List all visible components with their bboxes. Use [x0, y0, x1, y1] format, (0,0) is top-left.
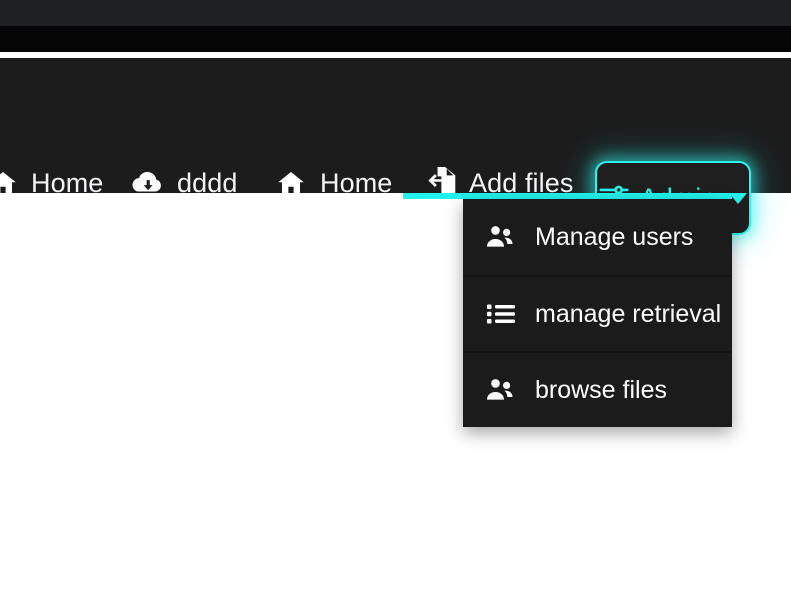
home-icon	[0, 168, 18, 198]
users-icon	[485, 378, 517, 402]
nav-item-dddd[interactable]: dddd	[130, 169, 237, 197]
nav-item-home-2[interactable]: Home	[275, 168, 392, 198]
main-navbar: Home dddd Home Add files	[0, 58, 791, 235]
secondary-chrome-band	[0, 26, 791, 52]
list-ul-icon	[485, 303, 517, 325]
menu-item-label: Manage users	[535, 222, 694, 251]
nav-item-label: Home	[31, 167, 104, 198]
menu-item-manage-retrieval[interactable]: manage retrieval	[463, 275, 732, 351]
top-chrome-band	[0, 0, 791, 26]
menu-item-label: manage retrieval	[535, 299, 722, 328]
nav-item-label: Home	[320, 167, 393, 198]
cloud-download-icon	[130, 169, 164, 197]
nav-item-label: dddd	[177, 167, 238, 198]
admin-dropdown-menu: Manage users manage retrieval browse fil	[463, 199, 732, 427]
menu-item-label: browse files	[535, 375, 667, 404]
users-icon	[485, 225, 517, 249]
menu-item-manage-users[interactable]: Manage users	[463, 199, 732, 275]
home-icon	[275, 168, 307, 198]
nav-item-home-1[interactable]: Home	[0, 168, 103, 198]
menu-item-browse-files[interactable]: browse files	[463, 351, 732, 427]
